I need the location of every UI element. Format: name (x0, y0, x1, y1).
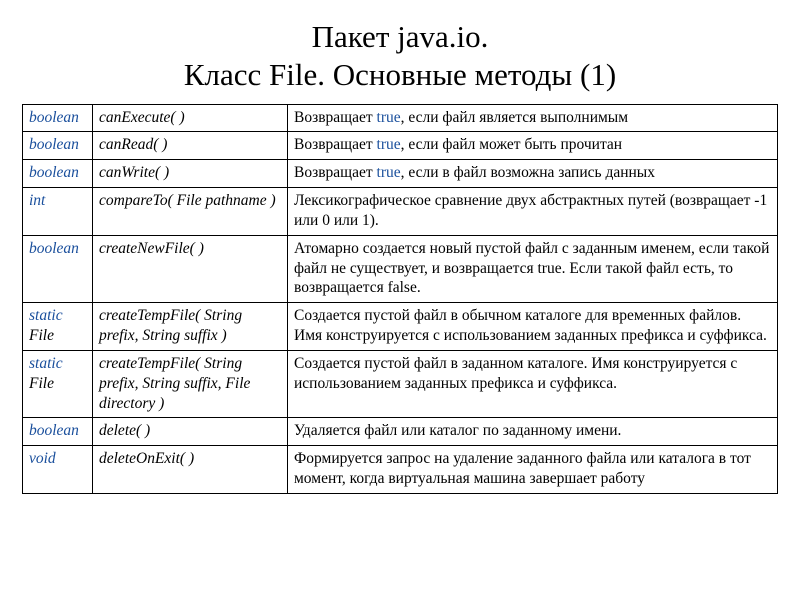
signature-cell: createNewFile( ) (93, 235, 288, 302)
return-type-keyword: int (29, 192, 45, 209)
table-row: static FilecreateTempFile( String prefix… (23, 303, 778, 351)
return-type-cell: void (23, 446, 93, 494)
description-text: Создается пустой файл в обычном каталоге… (294, 307, 767, 344)
slide-title: Пакет java.io. Класс File. Основные мето… (22, 18, 778, 94)
return-type-keyword: boolean (29, 422, 79, 439)
methods-table: booleancanExecute( )Возвращает true, есл… (22, 104, 778, 494)
return-type-cell: boolean (23, 418, 93, 446)
return-type-keyword: boolean (29, 164, 79, 181)
true-keyword: true (377, 109, 401, 126)
title-line-1: Пакет java.io. (312, 19, 489, 54)
signature-cell: canRead( ) (93, 132, 288, 160)
table-row: booleancanExecute( )Возвращает true, есл… (23, 104, 778, 132)
slide: Пакет java.io. Класс File. Основные мето… (0, 0, 800, 504)
description-text: Возвращает (294, 164, 377, 181)
return-type-cell: int (23, 188, 93, 236)
table-row: booleancanRead( )Возвращает true, если ф… (23, 132, 778, 160)
description-text: , если файл является выполнимым (401, 109, 628, 126)
description-text: , если в файл возможна запись данных (401, 164, 655, 181)
return-type-keyword: static (29, 355, 63, 372)
return-type-cell: boolean (23, 160, 93, 188)
description-text: Формируется запрос на удаление заданного… (294, 450, 751, 487)
description-cell: Удаляется файл или каталог по заданному … (288, 418, 778, 446)
signature-cell: compareTo( File pathname ) (93, 188, 288, 236)
return-type-keyword: boolean (29, 136, 79, 153)
description-cell: Возвращает true, если файл может быть пр… (288, 132, 778, 160)
table-row: void deleteOnExit( )Формируется запрос на… (23, 446, 778, 494)
description-text: Лексикографическое сравнение двух абстра… (294, 192, 767, 229)
signature-cell: createTempFile( String prefix, String su… (93, 350, 288, 417)
description-text: Атомарно создается новый пустой файл с з… (294, 240, 769, 297)
return-type-keyword: boolean (29, 109, 79, 126)
description-text: Создается пустой файл в заданном каталог… (294, 355, 737, 392)
signature-cell: canWrite( ) (93, 160, 288, 188)
description-text: Возвращает (294, 109, 377, 126)
description-cell: Возвращает true, если файл является выпо… (288, 104, 778, 132)
table-row: boolean createNewFile( )Атомарно создаетс… (23, 235, 778, 302)
table-row: booleancanWrite( )Возвращает true, если … (23, 160, 778, 188)
signature-cell: deleteOnExit( ) (93, 446, 288, 494)
description-cell: Атомарно создается новый пустой файл с з… (288, 235, 778, 302)
return-type-cell: static File (23, 350, 93, 417)
description-text: , если файл может быть прочитан (401, 136, 622, 153)
return-type-rest: File (29, 327, 54, 344)
return-type-rest: File (29, 375, 54, 392)
description-text: Удаляется файл или каталог по заданному … (294, 422, 621, 439)
return-type-cell: boolean (23, 235, 93, 302)
signature-cell: delete( ) (93, 418, 288, 446)
description-cell: Лексикографическое сравнение двух абстра… (288, 188, 778, 236)
description-cell: Возвращает true, если в файл возможна за… (288, 160, 778, 188)
return-type-cell: boolean (23, 104, 93, 132)
methods-tbody: booleancanExecute( )Возвращает true, есл… (23, 104, 778, 493)
description-cell: Формируется запрос на удаление заданного… (288, 446, 778, 494)
description-text: Возвращает (294, 136, 377, 153)
return-type-cell: static File (23, 303, 93, 351)
description-cell: Создается пустой файл в заданном каталог… (288, 350, 778, 417)
signature-cell: canExecute( ) (93, 104, 288, 132)
return-type-keyword: boolean (29, 240, 79, 257)
description-cell: Создается пустой файл в обычном каталоге… (288, 303, 778, 351)
true-keyword: true (377, 136, 401, 153)
signature-cell: createTempFile( String prefix, String su… (93, 303, 288, 351)
table-row: static FilecreateTempFile( String prefix… (23, 350, 778, 417)
true-keyword: true (377, 164, 401, 181)
return-type-keyword: static (29, 307, 63, 324)
table-row: int compareTo( File pathname )Лексикограф… (23, 188, 778, 236)
return-type-cell: boolean (23, 132, 93, 160)
return-type-keyword: void (29, 450, 56, 467)
title-line-2: Класс File. Основные методы (1) (184, 57, 616, 92)
table-row: boolean delete( ) Удаляется файл или катал… (23, 418, 778, 446)
